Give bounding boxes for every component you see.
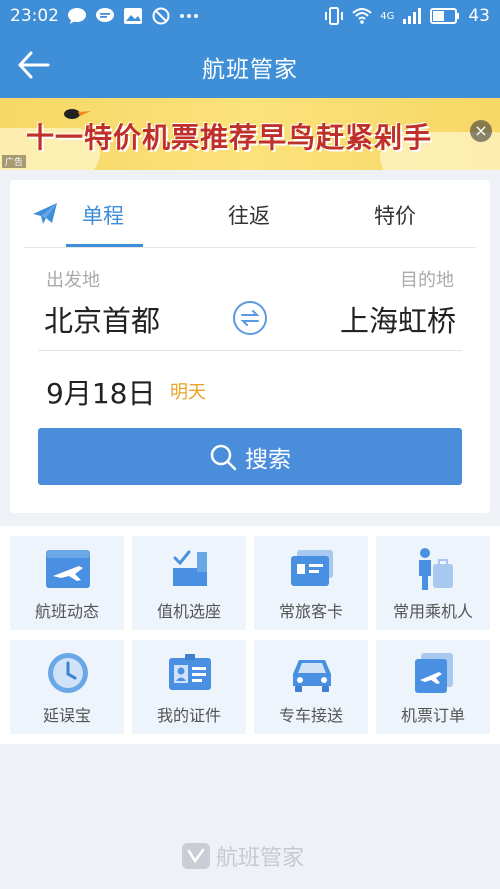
more-dots-icon <box>180 14 198 18</box>
notification-icons <box>67 7 199 25</box>
flight-status-icon <box>46 550 90 588</box>
service-label: 机票订单 <box>400 706 465 725</box>
status-bar: 23:02 4G 43 <box>0 0 500 32</box>
departure-date[interactable]: 9月18日 <box>46 372 155 412</box>
signal-icon <box>403 8 422 24</box>
chat-bubble-icon <box>68 8 86 24</box>
ad-banner[interactable]: 十一特价机票推荐早鸟赶紧剁手 广告 × <box>0 98 500 170</box>
date-relative-tag: 明天 <box>170 382 206 403</box>
tab-one-way[interactable]: 单程 <box>82 200 124 230</box>
service-label: 值机选座 <box>156 602 221 621</box>
arrival-label: 目的地 <box>400 270 454 291</box>
services-grid: 航班动态 值机选座 常旅客卡 常用乘机人 延误宝 我的证件 专车接送 机票订单 <box>0 526 500 744</box>
block-icon <box>152 7 170 25</box>
service-label: 延误宝 <box>42 706 91 725</box>
service-label: 我的证件 <box>156 706 221 725</box>
battery-icon <box>430 8 460 24</box>
clock-icon <box>48 653 88 693</box>
ad-label: 广告 <box>2 155 27 168</box>
banner-slogan: 十一特价机票推荐早鸟赶紧剁手 <box>26 121 433 154</box>
network-type: 4G <box>380 10 395 22</box>
battery-level: 43 <box>468 6 490 26</box>
tab-round-trip[interactable]: 往返 <box>228 200 270 230</box>
plane-icon <box>33 203 57 224</box>
frequent-flyer-card-icon <box>291 550 333 586</box>
service-passengers[interactable]: 常用乘机人 <box>376 536 490 630</box>
service-ticket-orders[interactable]: 机票订单 <box>376 640 490 734</box>
footer-brand-name: 航班管家 <box>216 846 305 871</box>
page-title: 航班管家 <box>202 57 298 83</box>
tab-special-price[interactable]: 特价 <box>374 200 416 230</box>
search-button-label: 搜索 <box>245 446 291 473</box>
close-icon[interactable]: × <box>470 120 492 142</box>
service-delay-insurance[interactable]: 延误宝 <box>10 640 124 734</box>
service-car-transfer[interactable]: 专车接送 <box>254 640 368 734</box>
vibrate-icon <box>325 7 344 25</box>
image-icon <box>124 8 142 24</box>
arrival-city[interactable]: 上海虹桥 <box>340 298 456 340</box>
app-logo-icon <box>182 843 210 869</box>
service-label: 常旅客卡 <box>278 602 343 621</box>
passenger-icon <box>419 548 453 590</box>
swap-cities-icon[interactable] <box>232 300 268 336</box>
divider <box>38 350 462 351</box>
status-time: 23:02 <box>10 6 59 26</box>
service-my-documents[interactable]: 我的证件 <box>132 640 246 734</box>
ticket-order-icon <box>415 653 453 693</box>
service-label: 常用乘机人 <box>392 602 473 621</box>
wifi-icon <box>352 8 372 24</box>
id-card-icon <box>169 654 211 690</box>
service-seat-checkin[interactable]: 值机选座 <box>132 536 246 630</box>
trip-type-tabs: 单程 往返 特价 <box>24 180 476 248</box>
seat-checkin-icon <box>173 550 207 586</box>
service-frequent-flyer-card[interactable]: 常旅客卡 <box>254 536 368 630</box>
service-label: 专车接送 <box>278 706 343 725</box>
car-icon <box>293 660 331 692</box>
active-tab-indicator <box>66 244 143 247</box>
departure-label: 出发地 <box>46 270 100 291</box>
app-header: 航班管家 <box>0 32 500 98</box>
service-label: 航班动态 <box>34 602 99 621</box>
flight-search-card: 单程 往返 特价 出发地 目的地 北京首都 上海虹桥 9月18日 明天 搜索 <box>10 180 490 513</box>
departure-city[interactable]: 北京首都 <box>44 298 160 340</box>
message-icon <box>96 8 114 22</box>
search-icon <box>210 444 237 470</box>
service-flight-status[interactable]: 航班动态 <box>10 536 124 630</box>
footer-brand: 航班管家 <box>182 840 304 872</box>
search-button[interactable]: 搜索 <box>38 428 462 485</box>
